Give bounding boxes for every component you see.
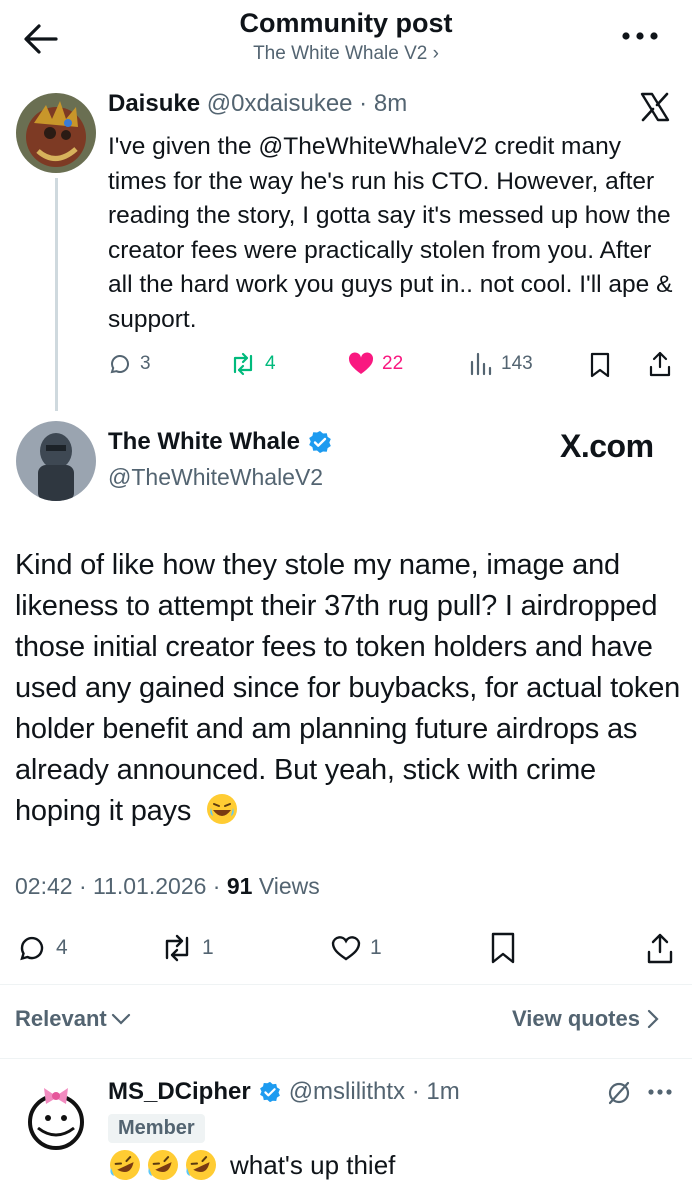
repost-button[interactable]: 4 [229, 352, 276, 376]
sort-dropdown[interactable]: Relevant [15, 1006, 131, 1032]
author-name[interactable]: Daisuke [108, 90, 200, 117]
share-icon [649, 351, 671, 377]
repost-count: 1 [202, 936, 214, 959]
bookmark-icon [590, 352, 610, 378]
reply-icon [110, 355, 129, 374]
reply-button[interactable]: 3 [108, 352, 151, 376]
share-button[interactable] [648, 351, 672, 377]
tweet-text: I've given the @TheWhiteWhaleV2 credit m… [108, 133, 673, 333]
community-link[interactable]: The White Whale V2 › [0, 43, 692, 65]
heart-filled-icon [348, 352, 374, 374]
chevron-down-icon [111, 1013, 130, 1025]
bookmark-button[interactable] [589, 352, 611, 378]
divider [0, 1058, 692, 1059]
bookmark-button[interactable] [490, 932, 516, 964]
page-title: Community post [239, 8, 453, 38]
reply-text: what's up thief [230, 1149, 396, 1180]
views-label: Views [252, 873, 320, 899]
tweet-header: Daisuke @0xdaisukee · 8m [108, 90, 407, 118]
repost-icon [233, 352, 253, 376]
more-dots-icon [648, 1089, 672, 1095]
reply-count: 3 [140, 353, 151, 374]
divider [0, 984, 692, 985]
thread-line [55, 178, 58, 411]
more-button[interactable] [646, 1082, 674, 1102]
tweet-meta: 02:42 · 11.01.2026 · 91 Views [15, 873, 320, 900]
more-dots-icon [622, 32, 658, 40]
source-label: X.com [560, 428, 654, 464]
author-name[interactable]: The White Whale [108, 428, 300, 456]
avatar[interactable] [16, 93, 96, 173]
share-icon [647, 933, 673, 964]
like-button[interactable]: 22 [348, 352, 403, 376]
verified-badge-icon [309, 431, 331, 453]
chevron-right-icon [647, 1009, 659, 1029]
author-handle[interactable]: @TheWhiteWhaleV2 [108, 464, 323, 491]
reply-count: 4 [56, 936, 68, 959]
repost-icon [165, 934, 189, 962]
author-handle-time: @mslilithtx · 1m [288, 1078, 460, 1105]
like-count: 1 [370, 936, 382, 959]
views-count: 143 [501, 353, 533, 374]
tweet-text-content: Kind of like how they stole my name, ima… [15, 549, 681, 827]
sort-label: Relevant [15, 1006, 107, 1031]
avatar[interactable] [16, 421, 96, 501]
reply-header: MS_DCipher @mslilithtx · 1m [108, 1078, 460, 1106]
more-button[interactable] [614, 22, 666, 50]
laughing-emoji [205, 792, 239, 826]
grok-button[interactable] [606, 1080, 632, 1106]
timestamp: 02:42 · 11.01.2026 · [15, 873, 227, 899]
author-handle-time: @0xdaisukee · 8m [206, 90, 408, 117]
repost-count: 4 [265, 353, 276, 374]
x-logo-icon [640, 92, 670, 122]
rofl-emoji [108, 1148, 142, 1182]
like-button[interactable]: 1 [330, 934, 382, 962]
reply-button[interactable]: 4 [18, 934, 68, 962]
views-count: 91 [226, 873, 253, 899]
author-name-row: The White Whale [108, 428, 332, 456]
author-name[interactable]: MS_DCipher [108, 1078, 251, 1106]
reply-icon [20, 936, 44, 961]
view-quotes-label: View quotes [512, 1006, 640, 1031]
bookmark-icon [491, 932, 515, 964]
views-button[interactable]: 143 [469, 352, 533, 376]
like-count: 22 [382, 353, 404, 374]
repost-button[interactable]: 1 [160, 934, 214, 962]
reply-text-row: what's up thief [108, 1148, 395, 1182]
rofl-emoji [184, 1148, 218, 1182]
member-badge: Member [108, 1114, 205, 1143]
tweet-text: Kind of like how they stole my name, ima… [15, 545, 685, 832]
view-quotes-link[interactable]: View quotes [512, 1006, 660, 1032]
analytics-icon [470, 352, 492, 376]
heart-icon [331, 936, 361, 961]
rofl-emoji [146, 1148, 180, 1182]
grok-icon [608, 1081, 630, 1105]
avatar[interactable] [16, 1078, 96, 1158]
verified-badge-icon [259, 1081, 280, 1103]
share-button[interactable] [646, 932, 674, 964]
